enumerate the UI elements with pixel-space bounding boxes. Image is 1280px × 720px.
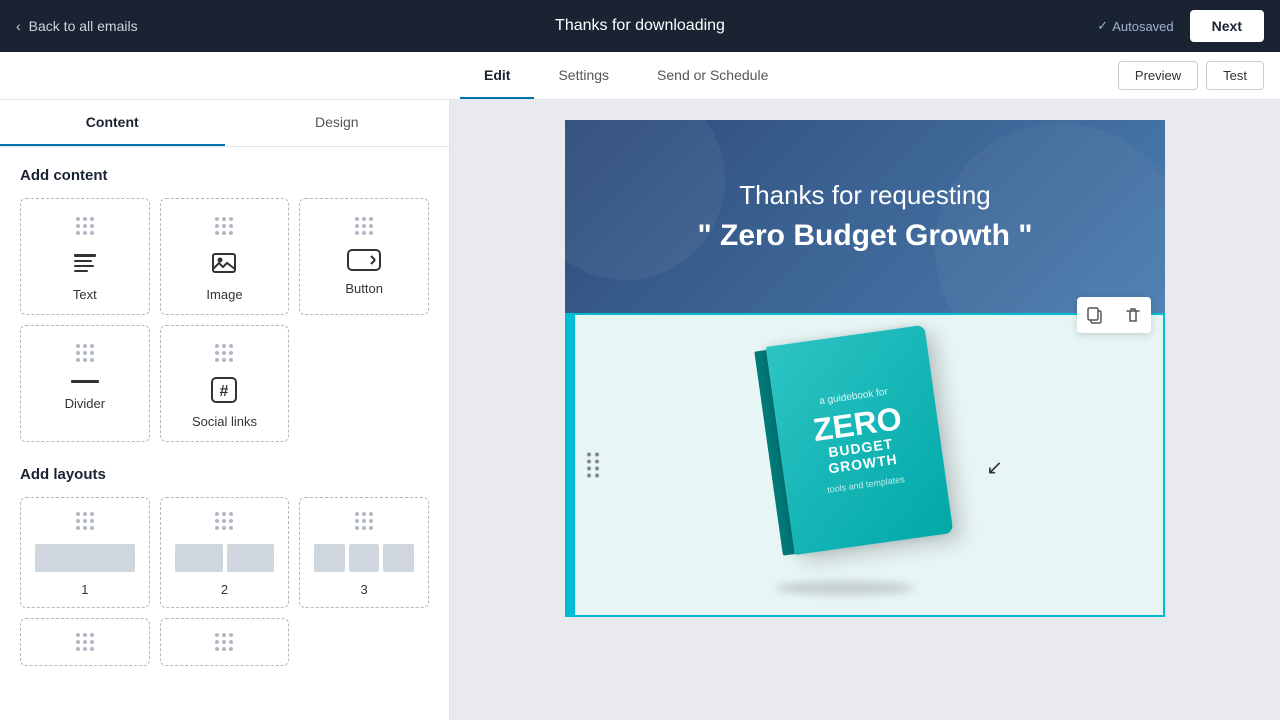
button-icon — [347, 249, 381, 271]
sidebar-tab-content[interactable]: Content — [0, 100, 225, 146]
dot-grid — [215, 512, 233, 530]
sub-nav-actions: Preview Test — [1118, 61, 1264, 90]
dot-grid — [215, 344, 233, 362]
next-button[interactable]: Next — [1190, 10, 1264, 42]
content-card-divider[interactable]: Divider — [20, 325, 150, 442]
dot-grid — [215, 217, 233, 235]
divider-card-label: Divider — [65, 396, 105, 411]
button-card-label: Button — [345, 281, 383, 296]
divider-icon — [71, 376, 99, 386]
delete-button[interactable] — [1115, 297, 1151, 333]
float-toolbar — [1077, 297, 1151, 333]
tab-settings[interactable]: Settings — [534, 53, 633, 99]
svg-text:#: # — [220, 383, 229, 400]
layout-card-extra-2[interactable] — [160, 618, 290, 666]
text-icon — [71, 249, 99, 277]
layout-2-preview — [171, 544, 279, 572]
sub-nav-tabs: Edit Settings Send or Schedule — [460, 53, 792, 99]
cursor-icon: ↙ — [986, 455, 1003, 480]
sidebar-tab-design[interactable]: Design — [225, 100, 450, 146]
autosaved-indicator: ✓ Autosaved — [1097, 18, 1173, 34]
email-book-section[interactable]: a guidebook for ZERO BUDGET GROWTH tools… — [565, 313, 1165, 617]
check-icon: ✓ — [1097, 18, 1108, 34]
layout-2-label: 2 — [221, 582, 228, 597]
content-grid: Text Ima — [20, 198, 429, 442]
top-bar: ‹ Back to all emails Thanks for download… — [0, 0, 1280, 52]
dot-grid — [76, 512, 94, 530]
back-label: Back to all emails — [29, 18, 138, 34]
sidebar: Content Design Add content — [0, 100, 450, 720]
book-shadow — [775, 581, 915, 595]
image-card-label: Image — [206, 287, 242, 302]
dot-grid — [76, 344, 94, 362]
social-icon: # — [210, 376, 238, 404]
content-card-image[interactable]: Image — [160, 198, 290, 315]
add-content-title: Add content — [20, 167, 429, 184]
layout-1-label: 1 — [81, 582, 88, 597]
top-bar-right: ✓ Autosaved Next — [1097, 10, 1264, 42]
layout-card-3[interactable]: 3 — [299, 497, 429, 608]
preview-button[interactable]: Preview — [1118, 61, 1198, 90]
content-card-text[interactable]: Text — [20, 198, 150, 315]
book-illustration: a guidebook for ZERO BUDGET GROWTH tools… — [765, 345, 965, 585]
image-icon — [210, 249, 238, 277]
social-card-label: Social links — [192, 414, 257, 429]
tab-send-schedule[interactable]: Send or Schedule — [633, 53, 792, 99]
email-header-subtitle: Thanks for requesting — [605, 180, 1125, 211]
email-header-title: " Zero Budget Growth " — [605, 219, 1125, 253]
text-card-label: Text — [73, 287, 97, 302]
dot-grid — [355, 217, 373, 235]
back-button[interactable]: ‹ Back to all emails — [16, 18, 138, 34]
autosaved-label: Autosaved — [1112, 19, 1173, 34]
add-layouts-title: Add layouts — [20, 466, 429, 483]
layout-3-preview — [310, 544, 418, 572]
layout-card-2[interactable]: 2 — [160, 497, 290, 608]
left-accent — [567, 315, 575, 615]
book-subtitle: tools and templates — [826, 474, 905, 495]
layouts-grid: 1 2 — [20, 497, 429, 666]
layout-card-1[interactable]: 1 — [20, 497, 150, 608]
layout-3-label: 3 — [361, 582, 368, 597]
sidebar-content: Add content — [0, 147, 449, 686]
dot-grid — [355, 512, 373, 530]
main-layout: Content Design Add content — [0, 100, 1280, 720]
dot-grid — [76, 217, 94, 235]
layout-1-preview — [31, 544, 139, 572]
tab-edit[interactable]: Edit — [460, 53, 534, 99]
layout-card-extra-1[interactable] — [20, 618, 150, 666]
sidebar-tabs: Content Design — [0, 100, 449, 147]
email-title: Thanks for downloading — [555, 17, 725, 35]
chevron-left-icon: ‹ — [16, 18, 21, 34]
email-header-section[interactable]: Thanks for requesting " Zero Budget Grow… — [565, 120, 1165, 313]
dot-grid — [215, 633, 233, 651]
book-cover: a guidebook for ZERO BUDGET GROWTH tools… — [766, 325, 954, 555]
sub-nav: Edit Settings Send or Schedule Preview T… — [0, 52, 1280, 100]
canvas-area: Thanks for requesting " Zero Budget Grow… — [450, 100, 1280, 720]
email-frame: Thanks for requesting " Zero Budget Grow… — [565, 120, 1165, 617]
dot-grid — [76, 633, 94, 651]
content-card-social[interactable]: # Social links — [160, 325, 290, 442]
test-button[interactable]: Test — [1206, 61, 1264, 90]
drag-handle[interactable] — [587, 453, 600, 478]
content-card-button[interactable]: Button — [299, 198, 429, 315]
copy-button[interactable] — [1077, 297, 1113, 333]
